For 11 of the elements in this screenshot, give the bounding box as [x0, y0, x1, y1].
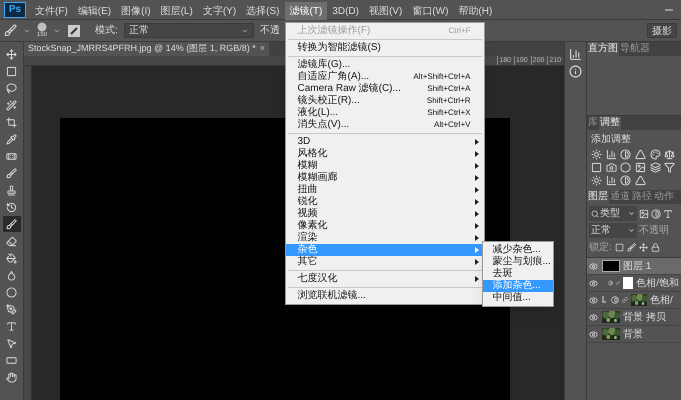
layer-name: 背景 拷贝	[623, 310, 666, 324]
opacity-label: 不透	[260, 24, 280, 38]
panel-title: 添加调整	[590, 132, 632, 147]
layer-name: 色相/饱和	[636, 276, 679, 290]
app-logo: Ps	[4, 2, 26, 18]
opacity-label: 不透明	[639, 224, 669, 238]
mode-label: 模式:	[95, 24, 118, 38]
layer-name: 图层 1	[623, 260, 652, 274]
lock-label: 锁定:	[589, 240, 612, 255]
layer-name: 背景	[623, 328, 643, 342]
layer-name: 色相/	[650, 294, 673, 308]
